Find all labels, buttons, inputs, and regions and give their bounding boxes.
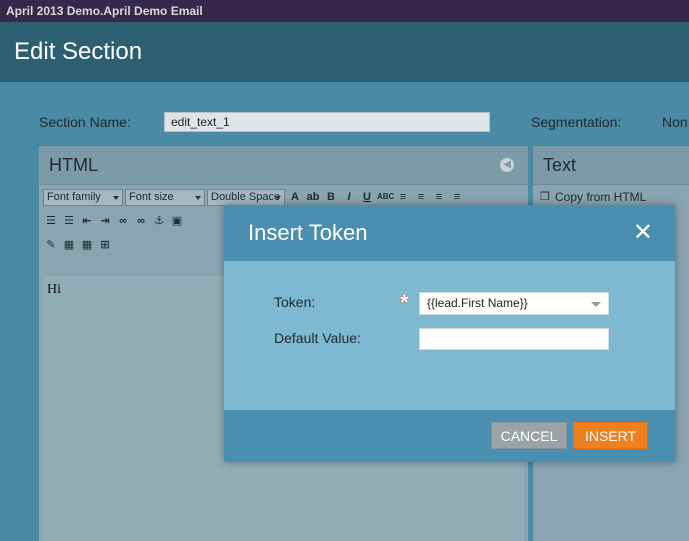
section-name-input[interactable]: edit_text_1 [164, 112, 490, 132]
underline-icon[interactable]: U [359, 189, 375, 205]
align-right-icon[interactable]: ≡ [431, 189, 447, 205]
token-select[interactable]: {{lead.First Name}} [419, 292, 609, 315]
token-select-value: {{lead.First Name}} [427, 296, 528, 310]
dialog-footer: CANCEL INSERT [224, 410, 675, 462]
dialog-title: Insert Token [248, 220, 368, 245]
chevron-down-icon [591, 302, 601, 307]
link-icon[interactable]: ∞ [115, 213, 131, 229]
unlink-icon[interactable]: ∞ [133, 213, 149, 229]
bullet-list-icon[interactable]: ☰ [43, 213, 59, 229]
window-title: April 2013 Demo.April Demo Email [6, 4, 203, 18]
table-props-icon[interactable]: ▦ [79, 237, 95, 253]
edit-source-icon[interactable]: ✎ [43, 237, 59, 253]
outdent-icon[interactable]: ⇤ [79, 213, 95, 229]
dialog-header: Insert Token ✕ [224, 205, 675, 261]
segmentation-label: Segmentation: [531, 114, 622, 130]
anchor-icon[interactable]: ⚓ [151, 213, 167, 229]
window-title-bar: April 2013 Demo.April Demo Email [0, 0, 689, 22]
insert-row-icon[interactable]: ⊞ [97, 237, 113, 253]
align-justify-icon[interactable]: ≡ [449, 189, 465, 205]
numbered-list-icon[interactable]: ☰ [61, 213, 77, 229]
copy-icon: ❐ [540, 191, 550, 203]
copy-from-html-button[interactable]: Copy from HTML [555, 190, 646, 204]
collapse-icon[interactable]: ◀ [500, 158, 514, 172]
bold-icon[interactable]: B [323, 189, 339, 205]
line-spacing-select[interactable]: Double Space [207, 188, 285, 206]
editor-content: Hi [47, 282, 61, 297]
page-title: Edit Section [14, 38, 143, 65]
segmentation-value[interactable]: Non [662, 114, 688, 130]
font-color-icon[interactable]: A [287, 189, 303, 205]
strikethrough-icon[interactable]: ABC [377, 189, 394, 205]
font-family-select[interactable]: Font family [43, 188, 123, 206]
italic-icon[interactable]: I [341, 189, 357, 205]
image-icon[interactable]: ▣ [169, 213, 185, 229]
text-panel-title: Text [543, 155, 577, 175]
page-header: Edit Section [0, 22, 689, 82]
table-icon[interactable]: ▦ [61, 237, 77, 253]
html-panel-title: HTML [49, 155, 98, 175]
font-size-select[interactable]: Font size [125, 188, 205, 206]
cancel-button[interactable]: CANCEL [491, 422, 567, 449]
highlight-icon[interactable]: ab [305, 189, 321, 205]
align-center-icon[interactable]: ≡ [413, 189, 429, 205]
default-value-input[interactable] [419, 328, 609, 350]
align-left-icon[interactable]: ≡ [395, 189, 411, 205]
required-asterisk-icon: * [400, 290, 409, 315]
html-panel-header: HTML ◀ [39, 146, 528, 185]
token-label: Token: [274, 294, 316, 310]
section-name-label: Section Name: [39, 114, 131, 130]
indent-icon[interactable]: ⇥ [97, 213, 113, 229]
close-icon[interactable]: ✕ [633, 205, 653, 261]
insert-button[interactable]: INSERT [573, 422, 648, 449]
insert-token-dialog: Insert Token ✕ Token: * {{lead.First Nam… [224, 205, 675, 462]
dialog-body: Token: * {{lead.First Name}} Default Val… [224, 261, 675, 410]
text-panel-header: Text [533, 146, 689, 185]
default-value-label: Default Value: [274, 330, 361, 346]
